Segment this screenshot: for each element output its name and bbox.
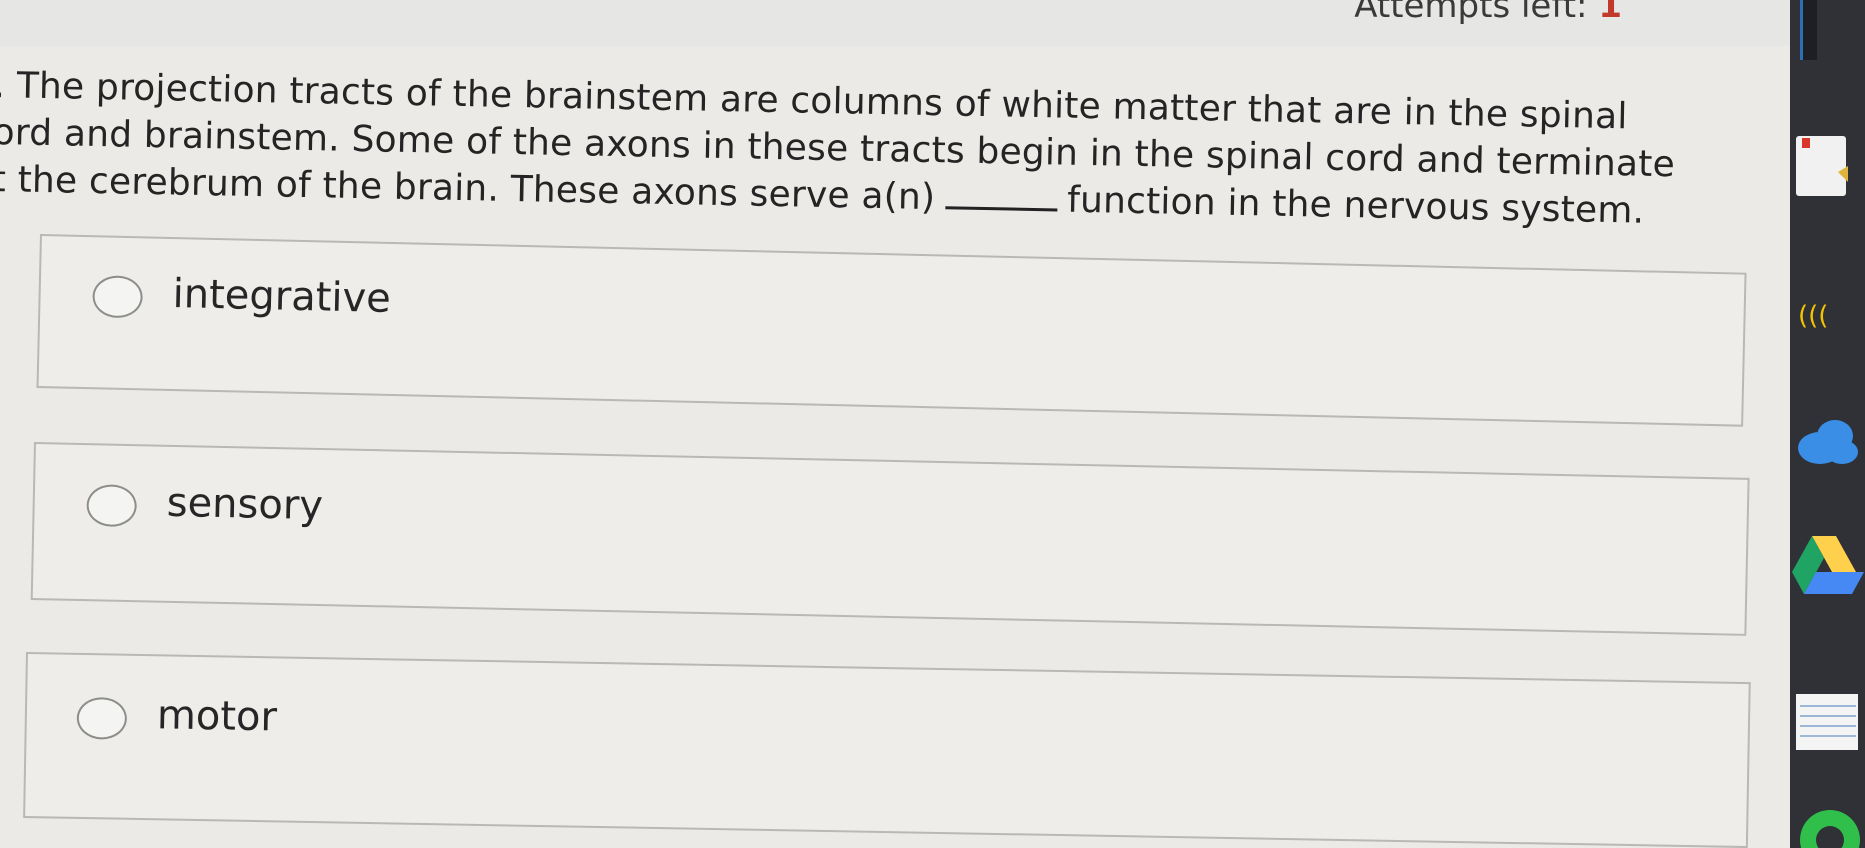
notes-icon[interactable] bbox=[1790, 688, 1865, 758]
app-dock: ((( bbox=[1790, 0, 1865, 848]
doc-icon[interactable] bbox=[1790, 128, 1865, 208]
radio-sensory[interactable] bbox=[86, 484, 138, 528]
option-label-motor: motor bbox=[156, 692, 278, 741]
option-label-integrative: integrative bbox=[172, 271, 392, 322]
wifi-icon[interactable]: ((( bbox=[1790, 288, 1865, 348]
attempts-indicator: Attempts left: 1 bbox=[1354, 0, 1622, 26]
radio-motor[interactable] bbox=[76, 696, 128, 740]
option-motor[interactable]: motor bbox=[23, 652, 1751, 848]
attempts-count: 1 bbox=[1598, 0, 1622, 26]
svg-text:(((: ((( bbox=[1798, 301, 1828, 331]
top-bar: Attempts left: 1 bbox=[0, 0, 1790, 47]
option-label-sensory: sensory bbox=[166, 479, 324, 530]
question-line-3-end: function in the nervous system. bbox=[1066, 179, 1645, 232]
app-icon[interactable] bbox=[1790, 800, 1865, 848]
attempts-label: Attempts left: bbox=[1354, 0, 1588, 26]
drive-icon[interactable] bbox=[1790, 528, 1865, 618]
radio-integrative[interactable] bbox=[92, 275, 144, 319]
dock-active-indicator bbox=[1800, 0, 1817, 60]
answer-blank bbox=[944, 184, 1058, 212]
cloud-icon[interactable] bbox=[1790, 408, 1865, 478]
